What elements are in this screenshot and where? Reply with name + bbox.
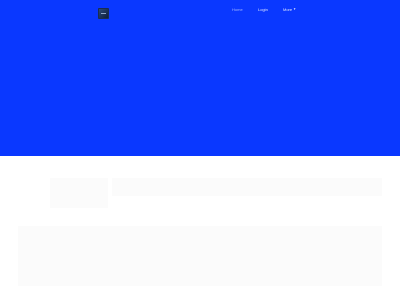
nav-more-label: More	[283, 7, 293, 12]
nav-login-link[interactable]: Login	[258, 7, 268, 12]
nav-home-link[interactable]: Home	[232, 7, 243, 12]
content-placeholder-block	[112, 178, 382, 196]
main-content	[0, 156, 400, 300]
nav-more-dropdown[interactable]: More▼	[283, 7, 296, 12]
chevron-down-icon: ▼	[293, 7, 297, 12]
page: Home Login More▼	[0, 0, 400, 300]
hero-banner: Home Login More▼	[0, 0, 400, 156]
content-placeholder-block	[18, 226, 382, 286]
content-placeholder-block	[50, 178, 108, 208]
top-nav: Home Login More▼	[0, 7, 400, 15]
